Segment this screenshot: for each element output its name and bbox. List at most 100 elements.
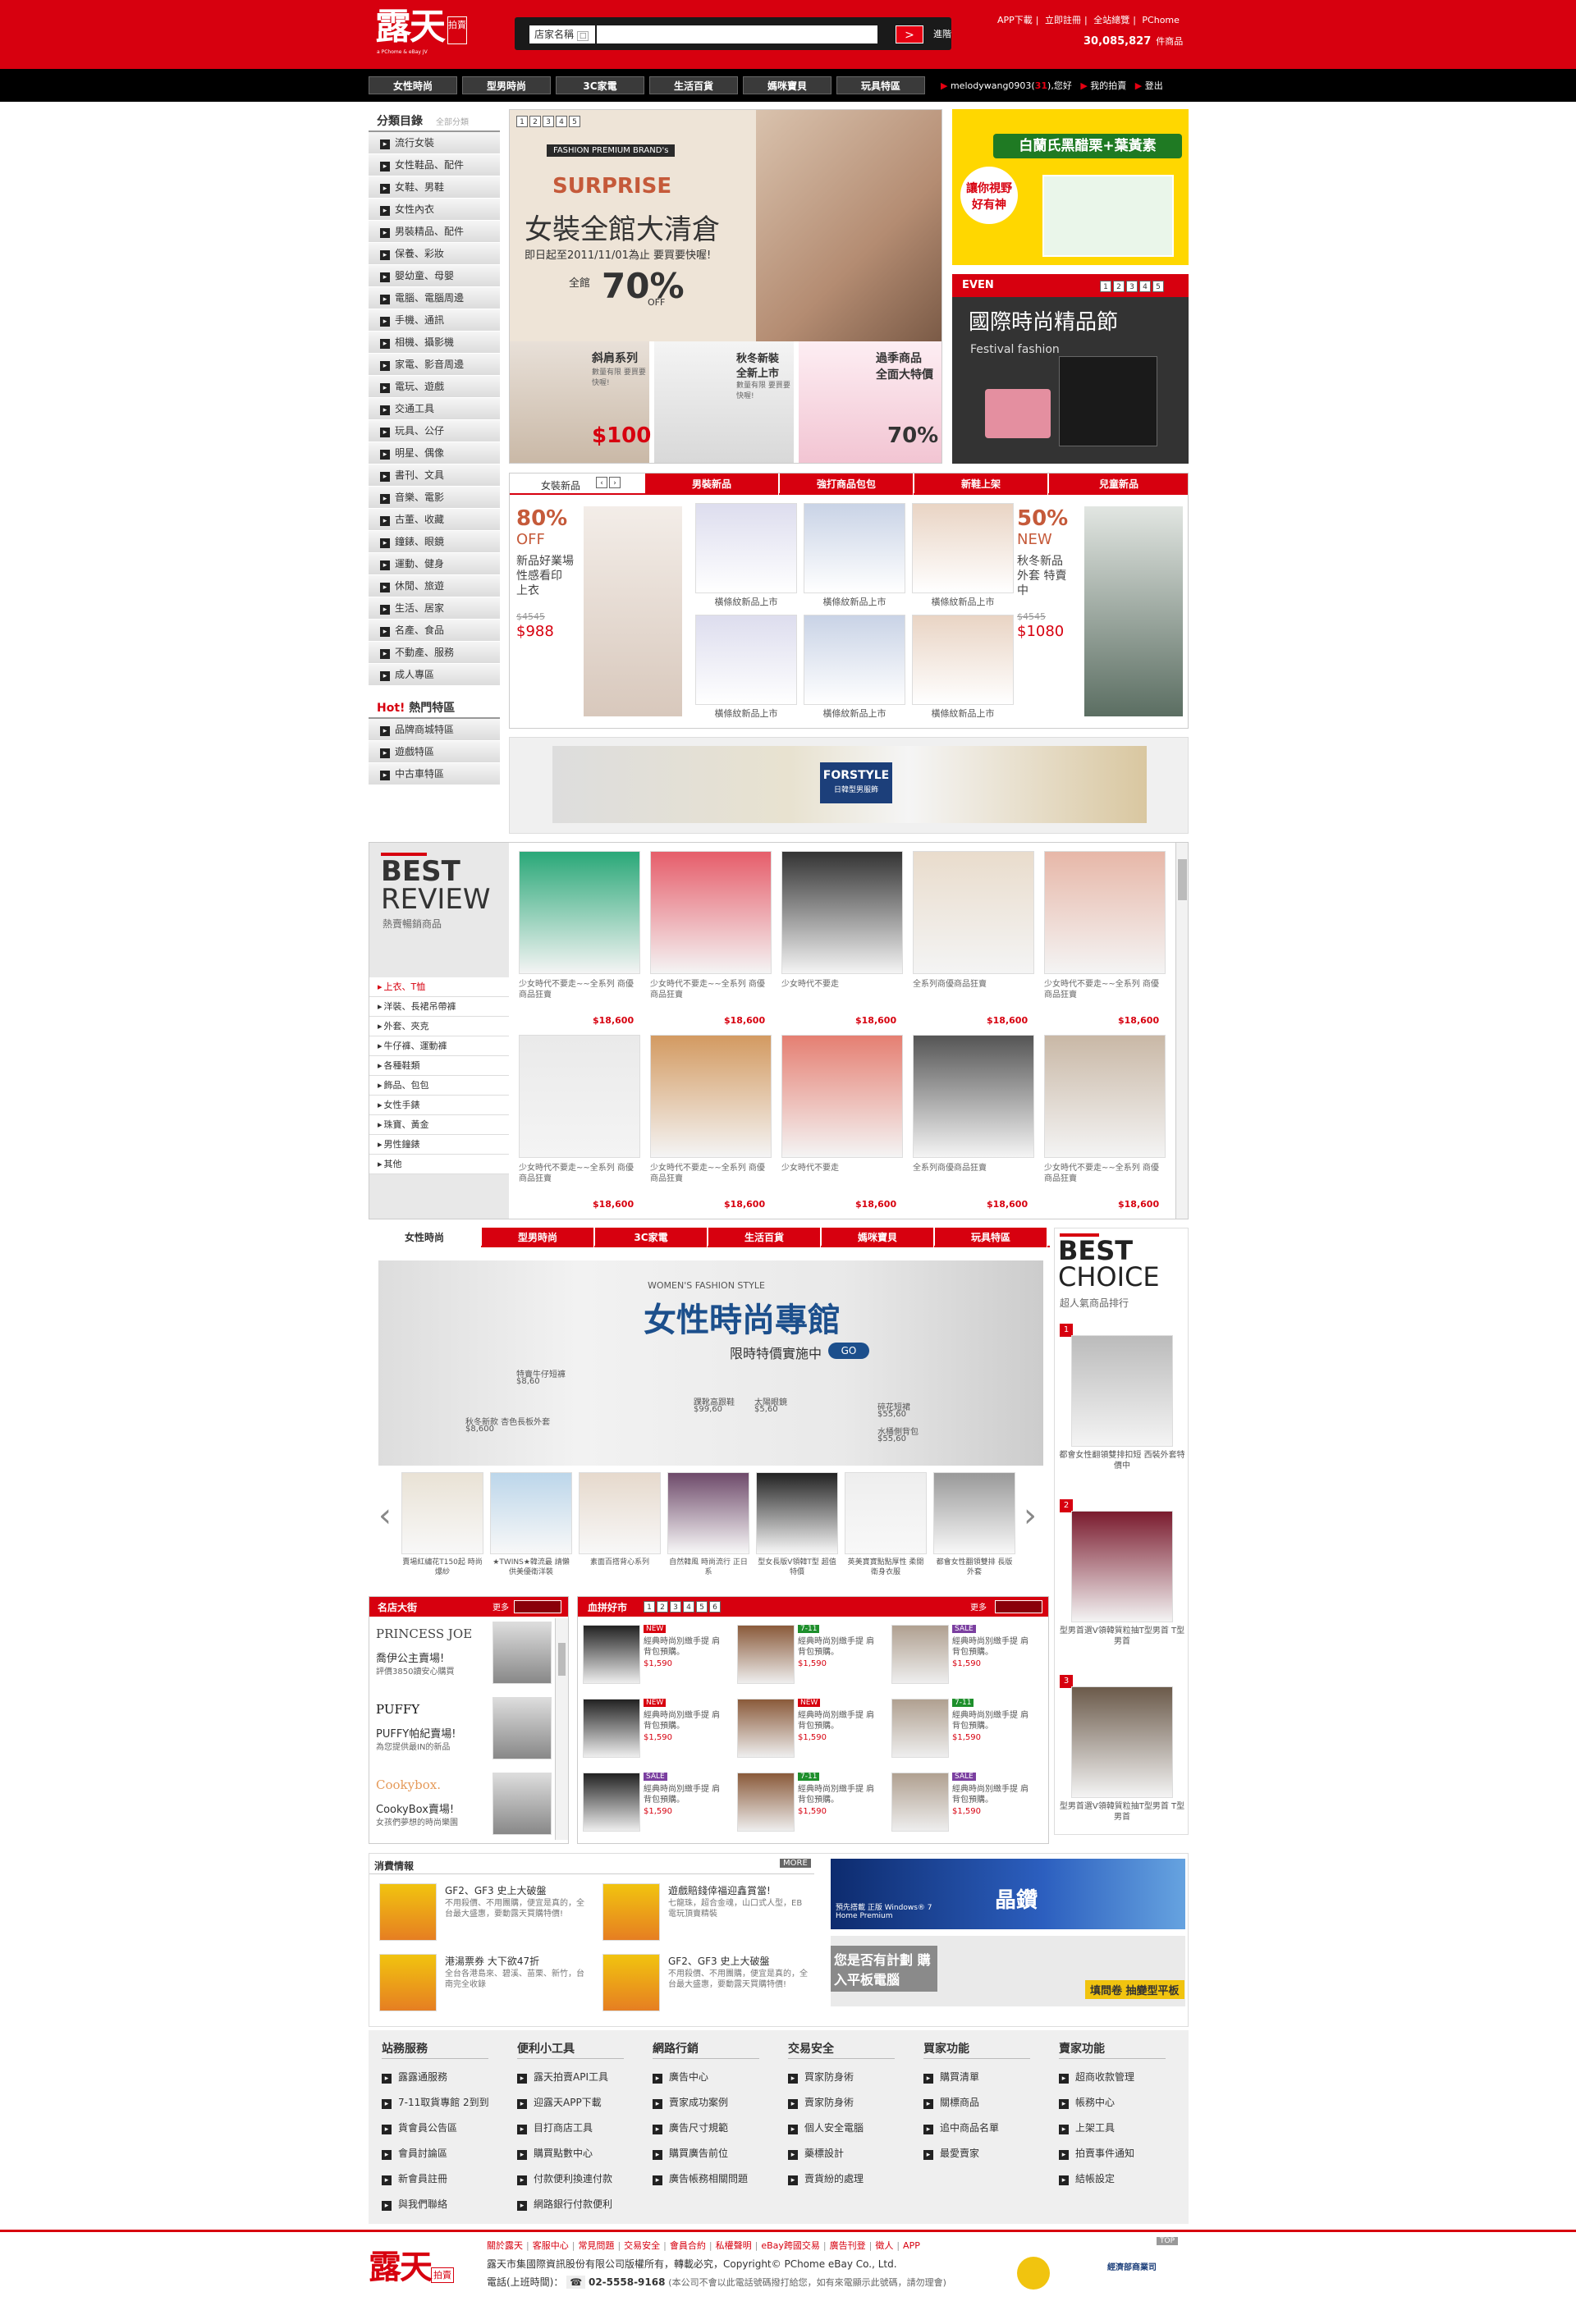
tab-shoes[interactable]: 新鞋上架 [914, 473, 1048, 495]
blood-desc[interactable]: 經典時尚別緻手提 肩背包預購。 [644, 1710, 722, 1732]
review-menu-item[interactable]: ▸ 女性手錶 [369, 1096, 509, 1115]
review-thumb[interactable] [650, 851, 772, 974]
news-item-title[interactable]: GF2、GF3 史上大破盤 [668, 1954, 770, 1968]
footer-link[interactable]: 貨會員公告區 [382, 2116, 457, 2141]
blood-desc[interactable]: 經典時尚別緻手提 肩背包預購。 [644, 1636, 722, 1658]
blood-desc[interactable]: 經典時尚別緻手提 肩背包預購。 [644, 1784, 722, 1805]
blood-thumb[interactable] [737, 1625, 795, 1684]
footer-nav-link[interactable]: 交易安全 [624, 2240, 660, 2251]
pchome-link[interactable]: PChome [1142, 15, 1180, 25]
product-thumb[interactable] [695, 503, 797, 593]
category-item[interactable]: 名產、食品 [369, 620, 500, 642]
category-item[interactable]: 手機、通訊 [369, 309, 500, 332]
back-to-top-button[interactable]: TOP [1157, 2237, 1179, 2245]
news-thumb[interactable] [602, 1883, 660, 1941]
choice-thumb[interactable] [1071, 1511, 1173, 1622]
review-caption[interactable]: 少女時代不要走~~全系列 商優商品狂賣 [650, 1163, 772, 1184]
footer-link[interactable]: 賣貨紛的處理 [788, 2166, 864, 2192]
footer-nav-link[interactable]: 常見問題 [578, 2240, 614, 2251]
footer-link[interactable]: 賣家成功案例 [653, 2090, 728, 2116]
hot-item[interactable]: 中古車特區 [369, 763, 500, 785]
tab-arrows[interactable]: ‹ › [596, 477, 622, 488]
category-item[interactable]: 女鞋、男鞋 [369, 176, 500, 199]
blood-desc[interactable]: 經典時尚別緻手提 肩背包預購。 [798, 1784, 877, 1805]
review-menu-item[interactable]: ▸ 男性鐘錶 [369, 1135, 509, 1155]
footer-link[interactable]: 買家防身術 [788, 2065, 854, 2090]
category-item[interactable]: 流行女裝 [369, 132, 500, 154]
women-tab[interactable]: 女性時尚 [369, 1228, 481, 1247]
pager-button[interactable]: 5 [696, 1601, 708, 1613]
carousel-thumb[interactable] [933, 1472, 1015, 1554]
ad-festival[interactable]: EVEN 12345 國際時尚精品節 Festival fashion [952, 274, 1189, 464]
nav-tab-3c[interactable]: 3C家電 [556, 76, 644, 94]
review-menu-item[interactable]: ▸ 各種鞋類 [369, 1056, 509, 1076]
carousel-thumb[interactable] [667, 1472, 749, 1554]
category-item[interactable]: 相機、攝影機 [369, 332, 500, 354]
category-item[interactable]: 運動、健身 [369, 553, 500, 575]
blood-thumb[interactable] [891, 1625, 949, 1684]
nav-tab-baby[interactable]: 媽咪寶貝 [743, 76, 832, 94]
moea-badge[interactable]: 經濟部商業司 [1107, 2260, 1157, 2272]
news-item-title[interactable]: GF2、GF3 史上大破盤 [445, 1883, 547, 1897]
footer-link[interactable]: 付款便利換連付款 [517, 2166, 612, 2192]
footer-link[interactable]: 最愛賣家 [923, 2141, 979, 2166]
blood-thumb[interactable] [737, 1773, 795, 1832]
tab-men-new[interactable]: 男裝新品 [645, 473, 779, 495]
blood-thumb[interactable] [583, 1699, 640, 1758]
footer-nav-link[interactable]: 客服中心 [533, 2240, 569, 2251]
shops-more-link[interactable]: 更多 [492, 1600, 509, 1613]
women-tab[interactable]: 玩具特區 [935, 1228, 1047, 1247]
blood-thumb[interactable] [891, 1699, 949, 1758]
review-menu-item[interactable]: ▸ 外套、夾克 [369, 1017, 509, 1036]
review-menu-item[interactable]: ▸ 珠寶、黃金 [369, 1115, 509, 1135]
category-item[interactable]: 嬰幼童、母嬰 [369, 265, 500, 287]
blood-desc[interactable]: 經典時尚別緻手提 肩背包預購。 [952, 1784, 1031, 1805]
footer-link[interactable]: 藥標設計 [788, 2141, 844, 2166]
blood-more-button[interactable] [995, 1600, 1042, 1613]
carousel-caption[interactable]: ★TWINS★韓流最 請懶供美優衛洋裝 [490, 1558, 572, 1577]
carousel-thumb[interactable] [401, 1472, 483, 1554]
nav-tab-women[interactable]: 女性時尚 [369, 76, 457, 94]
shop-image[interactable] [492, 1622, 552, 1684]
review-caption[interactable]: 少女時代不要走~~全系列 商優商品狂賣 [519, 979, 640, 1000]
category-item[interactable]: 古董、收藏 [369, 509, 500, 531]
review-thumb[interactable] [1044, 851, 1166, 974]
blood-desc[interactable]: 經典時尚別緻手提 肩背包預購。 [798, 1636, 877, 1658]
women-tab[interactable]: 3C家電 [595, 1228, 708, 1247]
shop-name[interactable]: PUFFY帕紀賣場! [376, 1725, 456, 1741]
cert-badge-icon[interactable] [1017, 2257, 1050, 2290]
footer-link[interactable]: 購買點數中心 [517, 2141, 593, 2166]
main-banner[interactable]: 12345 FASHION PREMIUM BRAND's SURPRISE 女… [509, 109, 942, 464]
review-caption[interactable]: 全系列商優商品狂賣 [913, 1163, 1034, 1173]
news-item-title[interactable]: 遊戲賠錢倖福迎鑫賞當! [668, 1883, 771, 1897]
site-logo[interactable]: 露天 拍賣 a PChome & eBay JV [375, 8, 467, 56]
blood-thumb[interactable] [891, 1773, 949, 1832]
review-thumb[interactable] [519, 851, 640, 974]
pager-button[interactable]: 3 [1126, 281, 1138, 292]
carousel-thumb[interactable] [579, 1472, 661, 1554]
footer-link[interactable]: 迎露天APP下載 [517, 2090, 602, 2116]
footer-link[interactable]: 帳務中心 [1059, 2090, 1115, 2116]
review-thumb[interactable] [781, 851, 903, 974]
footer-link[interactable]: 賣家防身術 [788, 2090, 854, 2116]
product-caption[interactable]: 橫條紋新品上市 [804, 595, 905, 608]
register-link[interactable]: 立即註冊 [1045, 15, 1081, 25]
review-thumb[interactable] [1044, 1035, 1166, 1158]
footer-link[interactable]: 個人安全電腦 [788, 2116, 864, 2141]
review-menu-item[interactable]: ▸ 其他 [369, 1155, 509, 1174]
tab-bags[interactable]: 強打商品包包 [780, 473, 914, 495]
pager-button[interactable]: 4 [556, 116, 567, 127]
category-item[interactable]: 電玩、遊戲 [369, 376, 500, 398]
carousel-thumb[interactable] [756, 1472, 838, 1554]
shop-image[interactable] [492, 1773, 552, 1835]
footer-link[interactable]: 超商收款管理 [1059, 2065, 1134, 2090]
ad-health[interactable]: 白蘭氏黑醋栗+葉黃素 讓你視野 好有神 [952, 109, 1189, 265]
footer-link[interactable]: 購買廣告前位 [653, 2141, 728, 2166]
product-thumb[interactable] [804, 615, 905, 705]
my-auction-link[interactable]: 我的拍賣 [1090, 80, 1126, 91]
choice-thumb[interactable] [1071, 1335, 1173, 1447]
category-item[interactable]: 成人專區 [369, 664, 500, 686]
footer-link[interactable]: 廣告中心 [653, 2065, 708, 2090]
footer-link[interactable]: 新會員註冊 [382, 2166, 447, 2192]
review-caption[interactable]: 少女時代不要走 [781, 1163, 903, 1173]
